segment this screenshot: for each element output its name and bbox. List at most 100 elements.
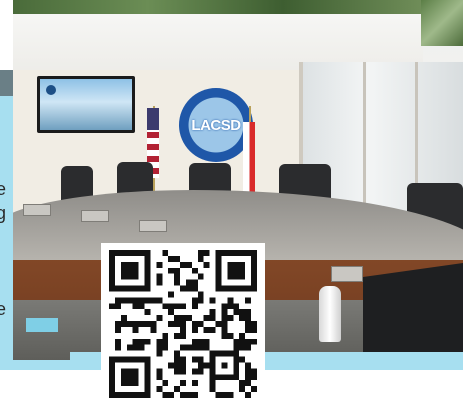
qr-module bbox=[126, 344, 133, 351]
nameplate bbox=[23, 204, 51, 216]
qr-module bbox=[221, 309, 228, 316]
qr-module bbox=[191, 338, 198, 345]
qr-module bbox=[162, 380, 169, 387]
qr-module bbox=[227, 297, 234, 304]
qr-module bbox=[197, 344, 204, 351]
qr-module bbox=[180, 332, 186, 339]
qr-module bbox=[174, 255, 181, 262]
side-text-line: he bbox=[0, 179, 7, 199]
qr-module bbox=[174, 273, 181, 280]
qr-module bbox=[174, 386, 181, 393]
qr-module bbox=[144, 338, 151, 345]
qr-module bbox=[162, 344, 169, 351]
us-flag-canton bbox=[147, 108, 159, 130]
qr-module bbox=[156, 350, 163, 357]
qr-module bbox=[191, 356, 198, 363]
nameplate bbox=[331, 266, 363, 282]
qr-module bbox=[162, 338, 169, 345]
qr-module bbox=[168, 392, 175, 398]
qr-module bbox=[180, 392, 186, 398]
qr-module bbox=[239, 315, 246, 322]
seal-text: LACSD bbox=[191, 116, 241, 134]
qr-module bbox=[132, 297, 139, 304]
qr-module bbox=[144, 321, 151, 327]
qr-module bbox=[245, 338, 252, 345]
qr-module bbox=[180, 261, 186, 268]
qr-module bbox=[114, 297, 121, 304]
qr-module bbox=[162, 332, 169, 339]
qr-module bbox=[245, 297, 252, 304]
qr-module bbox=[245, 368, 252, 375]
tv-logo-icon bbox=[46, 85, 56, 95]
qr-module bbox=[168, 303, 175, 310]
qr-module bbox=[174, 321, 181, 327]
qr-module bbox=[168, 321, 175, 327]
qr-module bbox=[239, 338, 246, 345]
qr-module bbox=[185, 315, 192, 322]
qr-module bbox=[191, 326, 198, 333]
district-seal: LACSD bbox=[179, 88, 253, 162]
qr-module bbox=[191, 344, 198, 351]
qr-module bbox=[197, 321, 204, 327]
qr-module bbox=[209, 386, 216, 393]
california-flag-icon bbox=[243, 122, 255, 192]
qr-module bbox=[239, 344, 246, 351]
qr-module bbox=[180, 368, 186, 375]
qr-module bbox=[156, 368, 163, 375]
qr-module bbox=[132, 338, 139, 345]
qr-module bbox=[197, 362, 204, 369]
qr-module bbox=[245, 362, 252, 369]
qr-module bbox=[162, 303, 169, 310]
qr-module bbox=[185, 344, 192, 351]
qr-module bbox=[174, 279, 181, 286]
qr-module bbox=[126, 297, 133, 304]
qr-module bbox=[233, 303, 240, 310]
qr-module bbox=[185, 279, 192, 286]
qr-module bbox=[245, 309, 252, 316]
qr-code[interactable] bbox=[101, 243, 265, 405]
qr-code-icon bbox=[109, 250, 257, 398]
qr-module bbox=[197, 273, 204, 280]
qr-module bbox=[251, 386, 257, 393]
qr-module bbox=[138, 321, 145, 327]
qr-module bbox=[156, 279, 163, 286]
qr-module bbox=[203, 344, 210, 351]
tree-foliage-right bbox=[421, 0, 463, 46]
qr-module bbox=[114, 321, 121, 327]
side-text-line: ue bbox=[0, 299, 7, 319]
qr-module bbox=[191, 392, 198, 398]
qr-module bbox=[156, 273, 163, 280]
qr-module bbox=[215, 392, 222, 398]
qr-module bbox=[114, 338, 121, 345]
qr-module bbox=[191, 303, 198, 310]
qr-module bbox=[203, 362, 210, 369]
qr-module bbox=[245, 374, 252, 381]
qr-module bbox=[162, 250, 169, 256]
qr-module bbox=[120, 368, 139, 387]
qr-module bbox=[221, 362, 228, 369]
qr-module bbox=[138, 303, 145, 310]
qr-module bbox=[227, 315, 234, 322]
qr-module bbox=[227, 332, 234, 339]
qr-module bbox=[233, 344, 240, 351]
qr-module bbox=[197, 250, 204, 256]
nameplate bbox=[139, 220, 167, 232]
qr-module bbox=[197, 291, 204, 298]
qr-module bbox=[191, 297, 198, 304]
qr-module bbox=[114, 303, 121, 310]
qr-module bbox=[132, 321, 139, 327]
qr-module bbox=[191, 279, 198, 286]
qr-module bbox=[180, 344, 186, 351]
qr-module bbox=[185, 285, 192, 292]
qr-module bbox=[174, 368, 181, 375]
qr-module bbox=[209, 297, 216, 304]
qr-module bbox=[120, 321, 127, 327]
qr-module bbox=[203, 315, 210, 322]
qr-module bbox=[239, 309, 246, 316]
qr-module bbox=[245, 392, 252, 398]
qr-module bbox=[174, 315, 181, 322]
qr-module bbox=[180, 285, 186, 292]
qr-module bbox=[221, 332, 228, 339]
qr-module bbox=[203, 261, 210, 268]
qr-module bbox=[109, 303, 115, 310]
